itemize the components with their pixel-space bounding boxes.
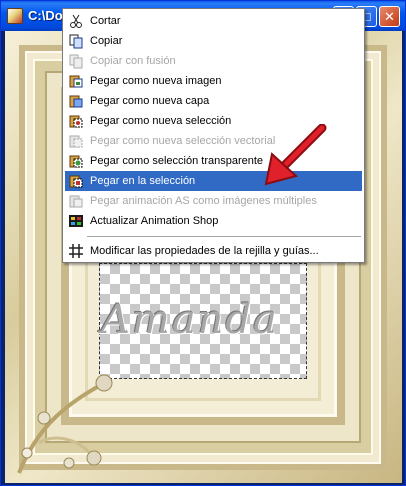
scissors-icon [70,14,82,28]
grid-icon [69,244,83,258]
menu-item-label: Pegar como nueva capa [90,95,210,107]
paste-new-layer-icon [69,95,83,108]
copy-merged-icon [69,54,83,69]
paste-transparent-selection-icon [69,155,83,168]
menu-item-label: Pegar animación AS como imágenes múltipl… [90,195,317,207]
menu-item-copiar-con-fusion[interactable]: Copiar con fusión [65,51,362,71]
close-button[interactable]: ✕ [379,6,400,27]
pointer-arrow-icon [264,124,327,186]
paste-new-image-icon [69,75,83,88]
menu-item-label: Pegar como nueva selección [90,115,232,127]
menu-item-label: Copiar [90,35,123,47]
menu-item-label: Pegar como nueva selección vectorial [90,135,276,147]
menu-item-label: Pegar como nueva imagen [90,75,222,87]
menu-item-pegar-nueva-imagen[interactable]: Pegar como nueva imagen [65,71,362,91]
paste-into-selection-icon [69,175,83,188]
menu-item-label: Actualizar Animation Shop [90,215,219,227]
menu-item-label: Pegar en la selección [90,175,196,187]
menu-separator [87,236,361,237]
menu-item-label: Copiar con fusión [90,55,176,67]
animation-shop-icon [69,215,83,227]
menu-item-label: Cortar [90,15,121,27]
paste-animation-icon [69,195,83,208]
menu-item-cortar[interactable]: Cortar [65,11,362,31]
menu-item-actualizar-animation-shop[interactable]: Actualizar Animation Shop [65,211,362,231]
menu-item-label: Modificar las propiedades de la rejilla … [90,245,319,257]
paste-new-selection-icon [69,115,83,128]
menu-item-pegar-nueva-capa[interactable]: Pegar como nueva capa [65,91,362,111]
menu-item-copiar[interactable]: Copiar [65,31,362,51]
menu-item-label: Pegar como selección transparente [90,155,264,167]
app-icon[interactable] [7,8,23,24]
paste-vector-selection-icon [69,135,83,148]
menu-item-pegar-animacion[interactable]: Pegar animación AS como imágenes múltipl… [65,191,362,211]
watermark-text: Amanda [101,297,279,343]
copy-icon [69,34,83,49]
menu-item-modificar-rejilla[interactable]: Modificar las propiedades de la rejilla … [65,241,362,261]
floral-ornament-icon [17,374,113,474]
